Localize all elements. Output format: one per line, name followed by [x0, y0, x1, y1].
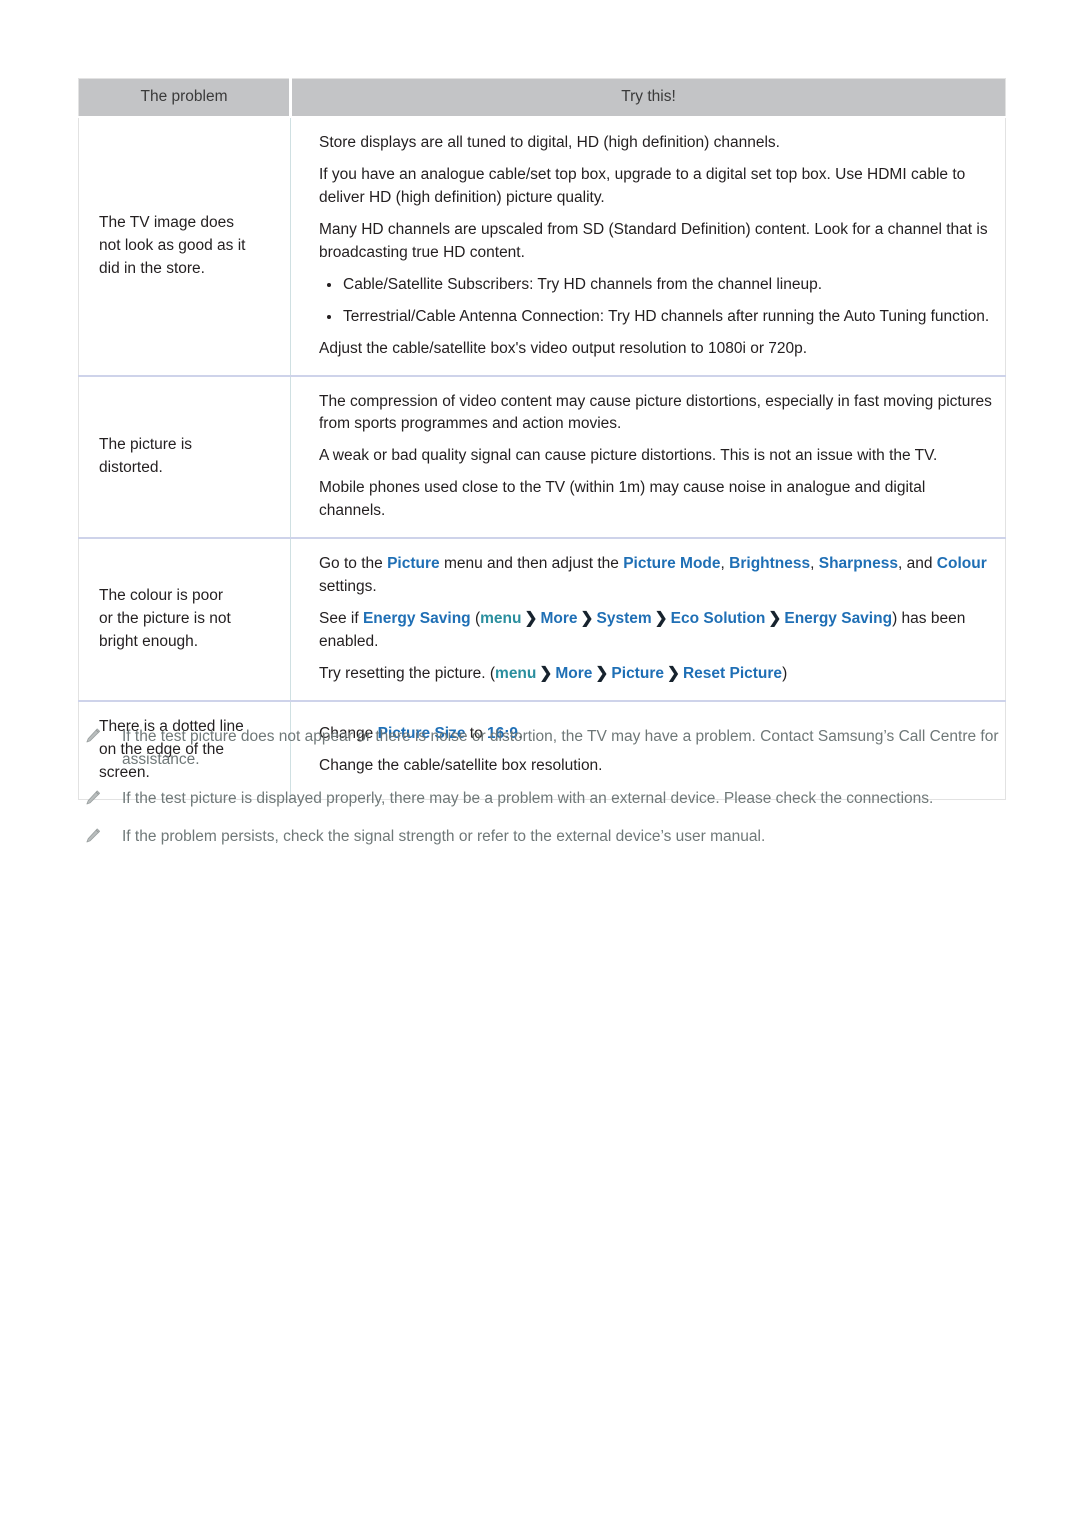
footnote-text: If the test picture is displayed properl…: [122, 789, 934, 807]
pencil-icon: [84, 789, 102, 807]
troubleshooting-table: The problem Try this! The TV image does …: [78, 78, 1006, 800]
column-header-problem: The problem: [78, 78, 292, 117]
manual-page: The problem Try this! The TV image does …: [0, 0, 1080, 1527]
problem-line: not look as good as it: [99, 236, 246, 254]
menu-term-menu[interactable]: menu: [495, 665, 536, 682]
menu-term-reset-picture[interactable]: Reset Picture: [683, 665, 782, 682]
text-run: , and: [898, 555, 937, 573]
menu-term-brightness[interactable]: Brightness: [729, 555, 810, 572]
menu-term-picture[interactable]: Picture: [387, 555, 440, 572]
solution-cell: The compression of video content may cau…: [290, 374, 1006, 539]
chevron-right-icon: ❯: [539, 664, 553, 682]
solution-cell: Go to the Picture menu and then adjust t…: [290, 537, 1006, 701]
list-item: Cable/Satellite Subscribers: Try HD chan…: [319, 274, 993, 297]
problem-line: The picture is: [99, 435, 193, 453]
footnote-item: If the test picture is displayed properl…: [78, 788, 1008, 811]
chevron-right-icon: ❯: [654, 610, 668, 628]
solution-paragraph: Store displays are all tuned to digital,…: [319, 134, 780, 151]
text-run: (: [470, 610, 481, 628]
column-header-try-this: Try this!: [290, 78, 1006, 117]
chevron-right-icon: ❯: [595, 664, 609, 682]
table-body: The TV image does not look as good as it…: [78, 116, 1006, 800]
table-row: The colour is poor or the picture is not…: [78, 537, 1006, 701]
chevron-right-icon: ❯: [666, 664, 680, 682]
chevron-right-icon: ❯: [524, 610, 538, 628]
menu-term-energy-saving[interactable]: Energy Saving: [784, 610, 892, 627]
footnote-text: If the problem persists, check the signa…: [122, 828, 766, 846]
text-run: ,: [810, 555, 819, 573]
problem-line: or the picture is not: [99, 610, 231, 628]
problem-line: did in the store.: [99, 259, 205, 277]
menu-term-energy-saving[interactable]: Energy Saving: [363, 610, 471, 627]
text-run: Go to the: [319, 555, 388, 573]
solution-paragraph: See if Energy Saving (menu ❯ More ❯ System ❯ E…: [319, 608, 993, 654]
problem-line: bright enough.: [99, 633, 199, 650]
solution-bullet-list: Cable/Satellite Subscribers: Try HD chan…: [319, 274, 993, 329]
text-run: menu and then adjust the: [439, 555, 624, 573]
pencil-icon: [84, 727, 102, 745]
text-run: Try resetting the picture. (: [319, 664, 496, 682]
menu-term-more[interactable]: More: [555, 665, 592, 682]
problem-cell: The picture is distorted.: [78, 374, 291, 539]
chevron-right-icon: ❯: [580, 610, 594, 628]
solution-paragraph: Try resetting the picture. (menu ❯ More ❯ Pi…: [319, 663, 993, 686]
problem-line: The TV image does: [99, 213, 234, 231]
table-header: The problem Try this!: [78, 78, 1006, 117]
solution-paragraph: Mobile phones used close to the TV (with…: [319, 479, 926, 520]
menu-term-picture[interactable]: Picture: [611, 665, 664, 682]
text-run: ,: [720, 555, 730, 573]
menu-term-colour[interactable]: Colour: [937, 555, 987, 572]
table-row: The picture is distorted. The compressio…: [78, 374, 1006, 539]
pencil-icon: [84, 827, 102, 845]
list-item: Terrestrial/Cable Antenna Connection: Tr…: [319, 306, 993, 329]
solution-paragraph: Adjust the cable/satellite box's video o…: [319, 339, 808, 357]
menu-term-system[interactable]: System: [597, 610, 652, 627]
text-run: See if: [319, 610, 363, 628]
text-run: ): [782, 664, 788, 682]
solution-cell: Store displays are all tuned to digital,…: [290, 116, 1006, 376]
menu-term-menu[interactable]: menu: [480, 610, 521, 627]
text-run: settings.: [319, 578, 377, 596]
problem-line: distorted.: [99, 458, 163, 476]
menu-term-picture-mode[interactable]: Picture Mode: [623, 555, 720, 572]
solution-paragraph: If you have an analogue cable/set top bo…: [319, 165, 966, 206]
menu-term-eco-solution[interactable]: Eco Solution: [671, 610, 766, 627]
footnote-item: If the problem persists, check the signa…: [78, 826, 1008, 849]
solution-paragraph: The compression of video content may cau…: [319, 392, 992, 433]
solution-paragraph: Go to the Picture menu and then adjust t…: [319, 553, 993, 599]
problem-cell: The colour is poor or the picture is not…: [78, 537, 291, 701]
solution-paragraph: Many HD channels are upscaled from SD (S…: [319, 220, 988, 261]
solution-paragraph: A weak or bad quality signal can cause p…: [319, 447, 938, 465]
chevron-right-icon: ❯: [768, 610, 782, 628]
menu-term-sharpness[interactable]: Sharpness: [819, 555, 898, 572]
problem-cell: The TV image does not look as good as it…: [78, 116, 291, 376]
table-row: The TV image does not look as good as it…: [78, 116, 1006, 376]
footnote-text: If the test picture does not appear or t…: [122, 728, 999, 768]
footnote-item: If the test picture does not appear or t…: [78, 726, 1008, 772]
troubleshooting-table-wrapper: The problem Try this! The TV image does …: [78, 78, 1006, 800]
menu-term-more[interactable]: More: [540, 610, 577, 627]
footnote-list: If the test picture does not appear or t…: [78, 726, 1008, 849]
problem-line: The colour is poor: [99, 587, 224, 605]
table-header-row: The problem Try this!: [78, 78, 1006, 117]
